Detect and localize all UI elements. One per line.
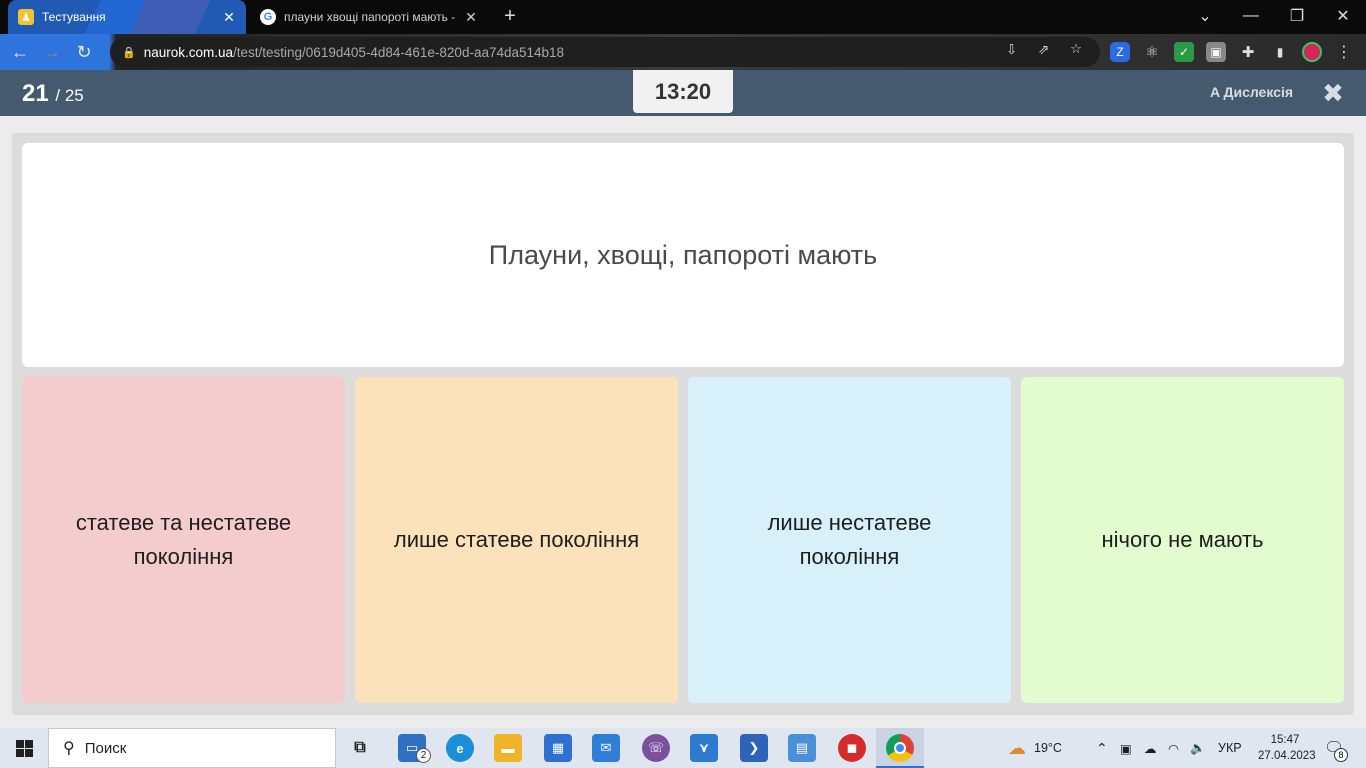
close-tab-icon[interactable]: ✕ — [462, 9, 480, 26]
vector-app-icon[interactable]: ⋎ — [690, 734, 718, 762]
bookmark-star-icon[interactable]: ☆ — [1070, 41, 1082, 57]
task-view-icon[interactable]: ⧉ — [346, 734, 374, 762]
viber-icon[interactable]: ☏ — [642, 734, 670, 762]
show-hidden-icons-icon[interactable]: ⌃ — [1096, 728, 1108, 768]
react-devtools-icon[interactable]: ⚛ — [1142, 42, 1162, 62]
tab-google-search[interactable]: G плауни хвощі папороті мають - ✕ — [250, 0, 490, 34]
lock-icon: 🔒 — [122, 46, 136, 59]
restore-window-icon[interactable]: ❐ — [1274, 0, 1320, 32]
search-placeholder: Поиск — [84, 739, 127, 757]
clock-date: 27.04.2023 — [1258, 750, 1316, 762]
weather-temp: 19°C — [1034, 741, 1062, 755]
windows-taskbar: ⚲ Поиск ⧉ ▭ 2 e ▬ ▦ ✉ ☏ ⋎ ❯ ▤ ◼ ☁ 19°C ⌃… — [0, 728, 1366, 768]
answer-label: статеве та нестатеве покоління — [75, 510, 292, 569]
meet-camera-icon[interactable]: ▣ — [1120, 728, 1132, 768]
store-icon[interactable]: ▦ — [544, 734, 572, 762]
question-total: / 25 — [55, 86, 84, 105]
dyslexia-toggle[interactable]: A Дислексія — [1210, 84, 1293, 100]
file-explorer-icon[interactable]: ▬ — [494, 734, 522, 762]
countdown-timer: 13:20 — [633, 70, 733, 113]
question-current: 21 — [22, 80, 49, 107]
close-test-icon[interactable]: ✖ — [1320, 80, 1346, 106]
tab-testing[interactable]: ♟ Тестування ✕ — [8, 0, 246, 34]
image-extension-icon[interactable]: ▣ — [1206, 42, 1226, 62]
clock-time: 15:47 — [1270, 734, 1300, 746]
question-text: Плауни, хвощі, папороті мають — [488, 239, 878, 270]
chrome-menu-icon[interactable]: ⋮ — [1334, 42, 1354, 62]
new-tab-button[interactable]: + — [498, 4, 522, 28]
control-panel-icon[interactable]: ▤ — [788, 734, 816, 762]
tab-search-icon[interactable]: ⌄ — [1182, 0, 1228, 32]
wifi-icon[interactable]: ◠ — [1168, 728, 1179, 768]
share-icon[interactable]: ⇗ — [1038, 42, 1049, 58]
naurok-favicon-icon: ♟ — [18, 9, 34, 25]
red-app-icon[interactable]: ◼ — [838, 734, 866, 762]
close-window-icon[interactable]: ✕ — [1320, 0, 1366, 32]
browser-tab-strip: ♟ Тестування ✕ G плауни хвощі папороті м… — [0, 0, 1366, 34]
system-clock[interactable]: 15:47 27.04.2023 — [1258, 732, 1316, 764]
question-counter: 21 / 25 — [22, 80, 84, 108]
answer-label: лише нестатеве покоління — [767, 510, 932, 569]
side-panel-icon[interactable]: ▮ — [1270, 42, 1290, 62]
volume-icon[interactable]: 🔈 — [1190, 728, 1206, 768]
browser-toolbar: ← → ↻ 🔒 naurok.com.ua/test/testing/0619d… — [0, 34, 1366, 70]
answer-option-1[interactable]: статеве та нестатеве покоління — [22, 377, 345, 703]
chrome-icon — [886, 734, 914, 762]
google-favicon-icon: G — [260, 9, 276, 25]
extensions-puzzle-icon[interactable]: ✚ — [1238, 42, 1258, 62]
language-indicator[interactable]: УКР — [1218, 728, 1242, 768]
answer-label: лише статеве покоління — [393, 527, 640, 552]
profile-avatar-icon[interactable] — [1302, 42, 1322, 62]
edge-browser-icon[interactable]: e — [446, 734, 474, 762]
weather-widget[interactable]: ☁ 19°C — [1008, 728, 1062, 768]
url-host: naurok.com.ua — [143, 44, 234, 60]
tab-title: плауни хвощі папороті мають - — [284, 10, 456, 24]
close-tab-icon[interactable]: ✕ — [220, 9, 238, 26]
url-path: /test/testing/0619d405-4d84-461e-820d-aa… — [233, 44, 565, 60]
onedrive-icon[interactable]: ☁ — [1144, 728, 1157, 768]
shield-extension-icon[interactable]: ✓ — [1174, 42, 1194, 62]
answer-option-2[interactable]: лише статеве покоління — [355, 377, 678, 703]
address-bar[interactable]: 🔒 naurok.com.ua/test/testing/0619d405-4d… — [110, 37, 1100, 67]
computer-app-badge: 2 — [416, 748, 431, 763]
start-button[interactable] — [0, 728, 48, 768]
notification-count: 8 — [1334, 748, 1348, 762]
taskbar-search[interactable]: ⚲ Поиск — [48, 728, 336, 768]
answer-option-4[interactable]: нічого не мають — [1021, 377, 1344, 703]
search-icon: ⚲ — [63, 740, 75, 757]
forward-icon[interactable]: → — [36, 36, 68, 68]
dyslexia-label: Дислексія — [1223, 84, 1294, 100]
zoom-extension-icon[interactable]: Z — [1110, 42, 1130, 62]
answer-option-3[interactable]: лише нестатеве покоління — [688, 377, 1011, 703]
question-card: Плауни, хвощі, папороті мають — [22, 143, 1344, 367]
install-icon[interactable]: ⇩ — [1006, 42, 1017, 58]
minimize-window-icon[interactable]: — — [1228, 0, 1274, 32]
font-a-icon: A — [1210, 84, 1220, 100]
powershell-icon[interactable]: ❯ — [740, 734, 768, 762]
windows-logo-icon — [15, 739, 33, 757]
reload-icon[interactable]: ↻ — [68, 36, 100, 68]
tab-title: Тестування — [42, 10, 106, 24]
weather-cloud-icon: ☁ — [1008, 737, 1026, 758]
back-icon[interactable]: ← — [4, 36, 36, 68]
mail-icon[interactable]: ✉ — [592, 734, 620, 762]
answer-label: нічого не мають — [1101, 527, 1264, 552]
chrome-taskbar-slot[interactable] — [876, 728, 924, 768]
